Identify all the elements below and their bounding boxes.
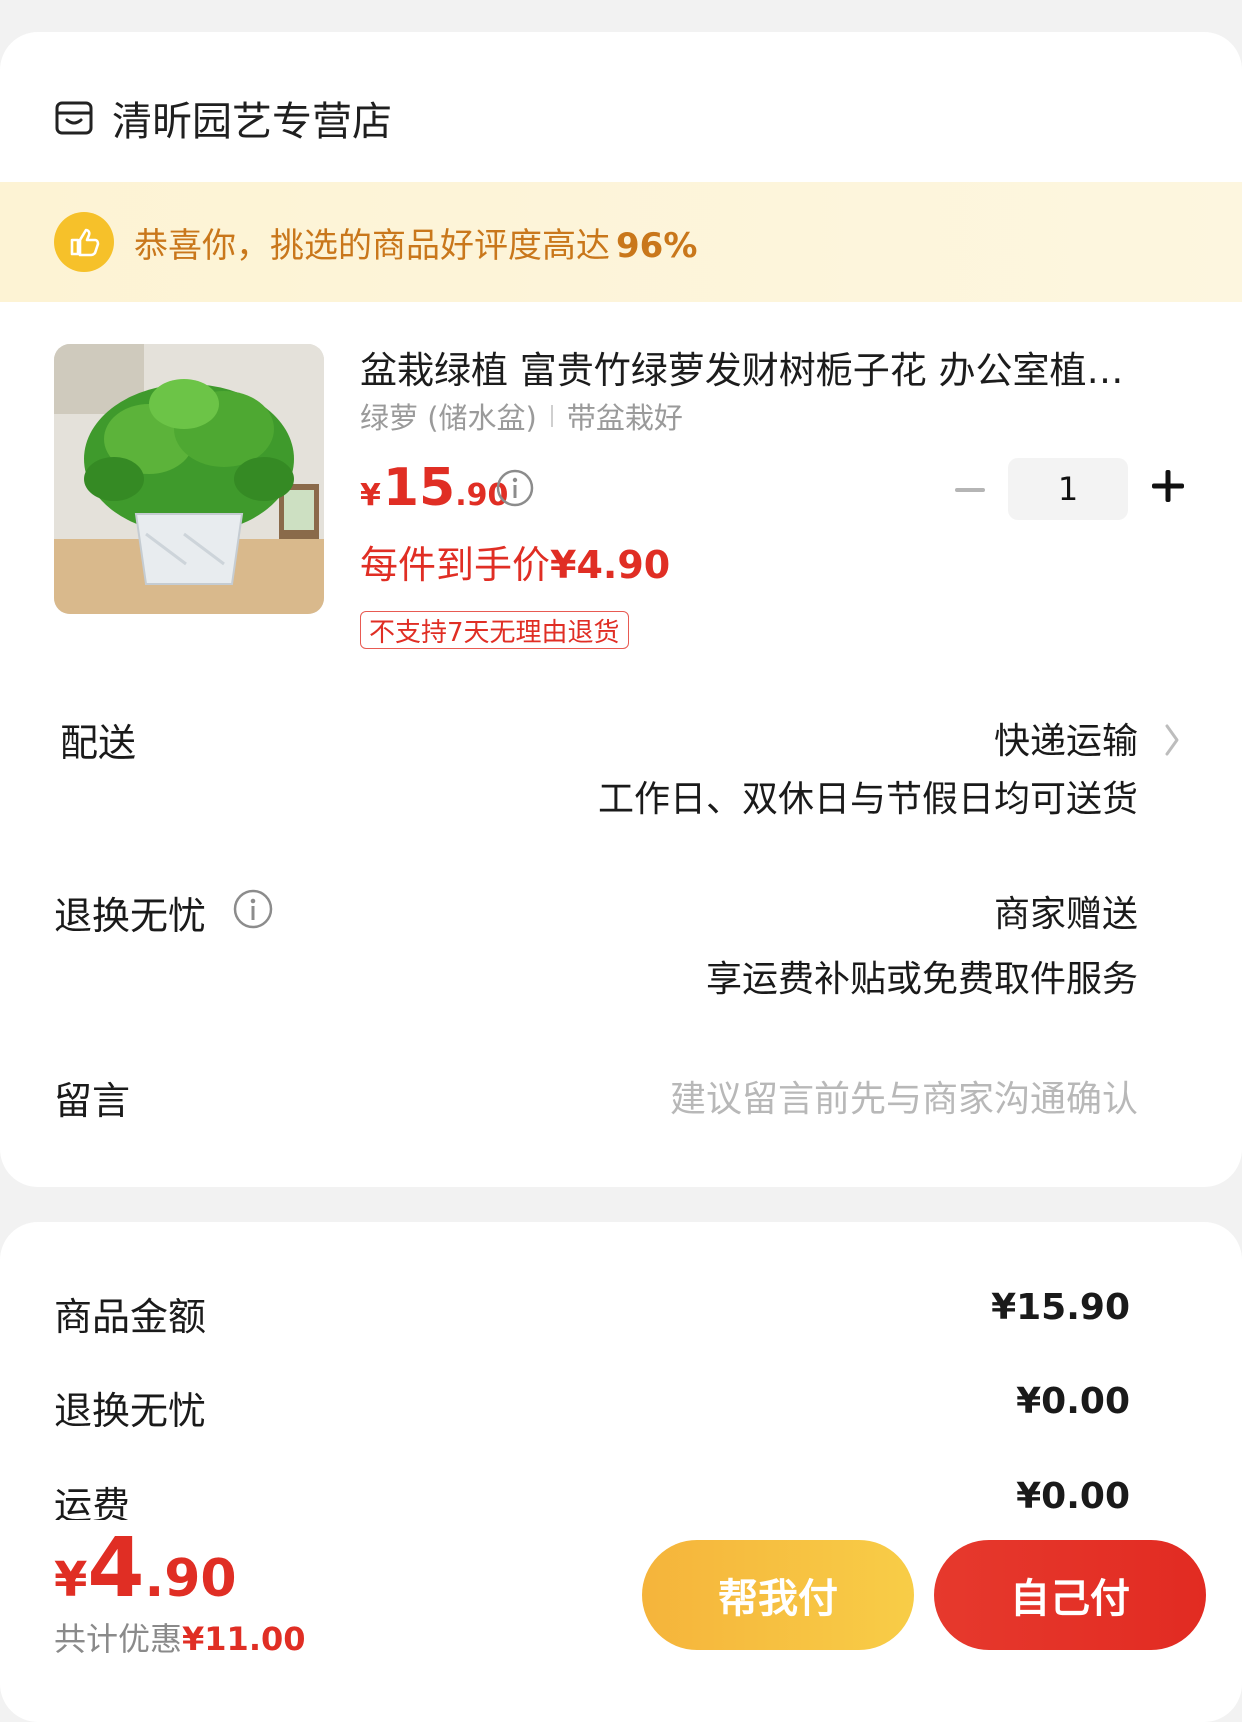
total-discount: 共计优惠¥11.00 (54, 1614, 306, 1660)
discount-label: 共计优惠 (54, 1620, 183, 1658)
worry-free-fee-label: 退换无忧 (54, 1389, 207, 1433)
praise-percent: 96% (616, 225, 698, 266)
spec-option: 带盆栽好 (566, 401, 683, 435)
return-policy-tag: 不支持7天无理由退货 (360, 611, 629, 649)
product-spec[interactable]: 绿萝 (储水盆) 带盆栽好 (360, 395, 683, 437)
spec-divider (550, 405, 553, 427)
quantity-decrease-button[interactable] (950, 470, 990, 510)
minus-icon (955, 488, 985, 492)
worry-free-info-icon[interactable] (232, 888, 274, 930)
message-input[interactable]: 建议留言前先与商家沟通确认 (670, 1070, 1138, 1122)
quantity-increase-button[interactable] (1148, 466, 1188, 506)
price-info-icon[interactable] (495, 468, 535, 508)
delivery-label: 配送 (60, 721, 137, 765)
help-me-pay-button[interactable]: 帮我付 (642, 1540, 914, 1650)
store-name: 清昕园艺专营店 (112, 99, 392, 145)
price-integer: 15 (382, 458, 456, 518)
total-currency: ¥ (54, 1552, 88, 1608)
discount-value: ¥11.00 (182, 1620, 306, 1658)
store-header[interactable]: 清昕园艺专营店 (54, 88, 392, 148)
praise-message: 恭喜你，挑选的商品好评度高达 (134, 225, 610, 266)
worry-free-note: 享运费补贴或免费取件服务 (705, 959, 1138, 1000)
message-label: 留言 (54, 1079, 131, 1123)
store-icon (55, 101, 93, 135)
delivery-method[interactable]: 快递运输 (994, 712, 1138, 764)
total-decimal: .90 (144, 1549, 237, 1609)
thumbs-up-icon (54, 212, 114, 272)
shipping-fee-value: ¥0.00 (1016, 1476, 1130, 1517)
product-title[interactable]: 盆栽绿植 富贵竹绿萝发财树栀子花 办公室植… (360, 340, 1180, 394)
product-price: ¥ 15 .90 (360, 458, 508, 518)
goods-amount-value: ¥15.90 (991, 1287, 1130, 1328)
total-price: ¥ 4 .90 (54, 1528, 237, 1610)
price-currency: ¥ (360, 478, 381, 513)
pay-myself-button[interactable]: 自己付 (934, 1540, 1206, 1650)
worry-free-fee-value: ¥0.00 (1016, 1381, 1130, 1422)
spec-variant: 绿萝 (储水盆) (360, 401, 537, 435)
worry-free-label: 退换无忧 (54, 894, 207, 938)
final-price: 每件到手价¥4.90 (360, 534, 670, 589)
worry-free-value: 商家赠送 (993, 894, 1138, 935)
praise-text: 恭喜你，挑选的商品好评度高达 96% (134, 218, 697, 267)
total-integer: 4 (87, 1521, 145, 1616)
final-price-label: 每件到手价 (360, 543, 551, 587)
goods-amount-label: 商品金额 (54, 1295, 207, 1339)
final-price-value: ¥4.90 (550, 543, 671, 587)
delivery-note: 工作日、双休日与节假日均可送货 (597, 779, 1138, 820)
praise-banner: 恭喜你，挑选的商品好评度高达 96% (0, 182, 1242, 302)
chevron-right-icon[interactable] (1162, 720, 1182, 760)
quantity-input[interactable]: 1 (1008, 458, 1128, 520)
product-image[interactable] (54, 344, 324, 614)
